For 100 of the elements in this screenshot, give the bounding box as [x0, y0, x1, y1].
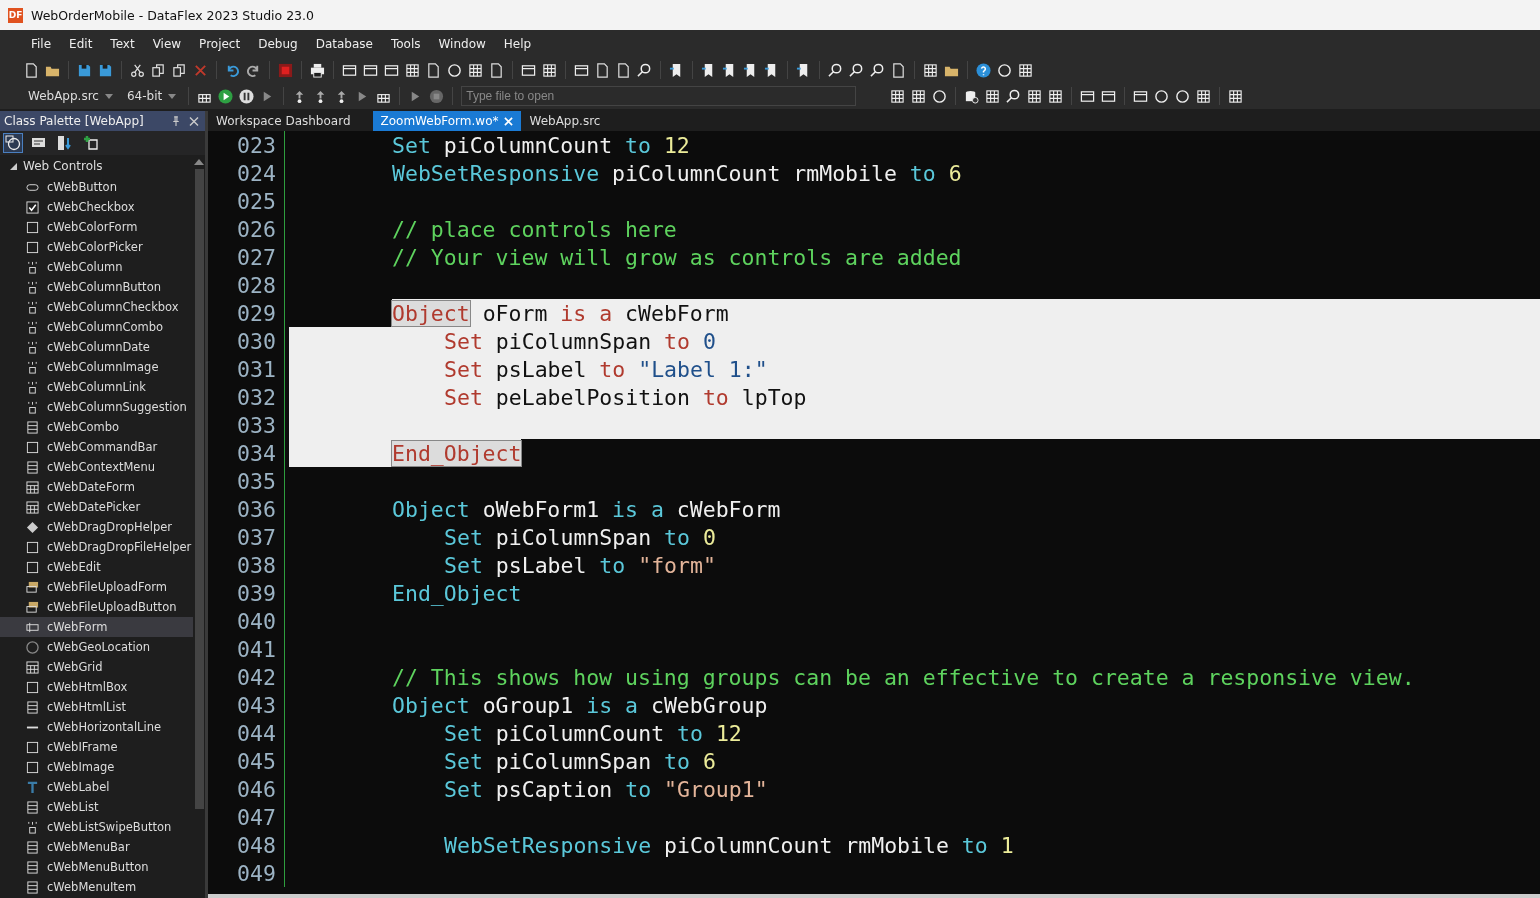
control-icon — [26, 300, 39, 314]
palette-item[interactable]: cWebEdit — [0, 557, 193, 577]
control-icon — [26, 220, 39, 234]
file-search-field[interactable]: Type file to open — [461, 86, 857, 106]
table-icon[interactable] — [1018, 62, 1033, 78]
palette-item[interactable]: cWebDragDropFileHelper — [0, 537, 193, 557]
palette-item[interactable]: cWebForm — [0, 617, 193, 637]
platform-combo[interactable]: 64-bit — [122, 89, 181, 103]
new-file-icon[interactable] — [24, 62, 39, 78]
window-icon[interactable] — [1101, 88, 1117, 104]
menu-item[interactable]: Text — [101, 36, 144, 51]
grid-icon[interactable] — [542, 62, 557, 78]
window-icon[interactable] — [363, 62, 378, 78]
palette-item[interactable]: cWebColumnDate — [0, 337, 193, 357]
palette-item[interactable]: cWebColumnSuggestion — [0, 397, 193, 417]
find-file-icon[interactable] — [637, 62, 652, 78]
close-icon[interactable] — [189, 115, 199, 127]
palette-item[interactable]: cWebCombo — [0, 417, 193, 437]
grid-icon[interactable] — [911, 88, 927, 104]
print-icon[interactable] — [310, 62, 325, 78]
palette-item[interactable]: cWebColumn — [0, 257, 193, 277]
code-line: Object oGroup1 is a cWebGroup — [392, 692, 768, 718]
code-editor[interactable] — [208, 131, 1540, 894]
palette-item[interactable]: cWebColumnCombo — [0, 317, 193, 337]
table-icon[interactable] — [985, 88, 1001, 104]
search-icon[interactable] — [828, 62, 843, 78]
sort-icon[interactable] — [56, 134, 74, 152]
menu-item[interactable]: Help — [494, 36, 541, 51]
document-icon[interactable] — [489, 62, 504, 78]
palette-item[interactable]: cWebDateForm — [0, 477, 193, 497]
menu-item[interactable]: Debug — [249, 36, 307, 51]
menu-item[interactable]: View — [143, 36, 191, 51]
palette-item[interactable]: cWebColorPicker — [0, 237, 193, 257]
pause-icon[interactable] — [239, 88, 255, 104]
control-icon — [26, 740, 39, 754]
palette-item[interactable]: cWebIFrame — [0, 737, 193, 757]
copy-icon[interactable] — [151, 62, 166, 78]
code-line: Object oWebForm1 is a cWebForm — [392, 496, 781, 522]
tree-group[interactable]: Web Controls — [0, 155, 193, 177]
menu-item[interactable]: File — [22, 36, 61, 51]
palette-item[interactable]: cWebList — [0, 797, 193, 817]
menu-item[interactable]: Database — [306, 36, 382, 51]
project-combo[interactable]: WebApp.src — [24, 89, 117, 103]
palette-item[interactable]: cWebFileUploadForm — [0, 577, 193, 597]
palette-item[interactable]: cWebColumnImage — [0, 357, 193, 377]
run-icon[interactable] — [218, 88, 234, 104]
palette-item[interactable]: cWebContextMenu — [0, 457, 193, 477]
palette-item[interactable]: cWebGeoLocation — [0, 637, 193, 657]
palette-item[interactable]: cWebFileUploadButton — [0, 597, 193, 617]
menu-item[interactable]: Window — [429, 36, 495, 51]
stop-icon[interactable] — [429, 88, 445, 104]
record-icon[interactable] — [278, 62, 293, 78]
palette-item[interactable]: cWebMenuBar — [0, 837, 193, 857]
palette-item[interactable]: cWebColumnButton — [0, 277, 193, 297]
add-class-icon[interactable] — [82, 134, 100, 152]
palette-item[interactable]: cWebButton — [0, 177, 193, 197]
expand-icon[interactable] — [10, 162, 17, 170]
editor-tab[interactable]: ZoomWebForm.wo* — [372, 111, 522, 131]
palette-item[interactable]: cWebHtmlBox — [0, 677, 193, 697]
window-icon[interactable] — [1080, 88, 1096, 104]
table-icon[interactable] — [890, 88, 906, 104]
table-icon[interactable] — [1196, 88, 1212, 104]
palette-item[interactable]: cWebHtmlList — [0, 697, 193, 717]
palette-item[interactable]: cWebMenuItem — [0, 877, 193, 897]
palette-item[interactable]: cWebColumnLink — [0, 377, 193, 397]
palette-item[interactable]: cWebLabel — [0, 777, 193, 797]
palette-item[interactable]: cWebCheckbox — [0, 197, 193, 217]
palette-item[interactable]: cWebDatePicker — [0, 497, 193, 517]
scroll-up-icon[interactable] — [194, 159, 204, 165]
palette-item[interactable]: cWebColorForm — [0, 217, 193, 237]
control-icon — [26, 620, 39, 634]
cut-icon[interactable] — [130, 62, 145, 78]
menu-item[interactable]: Tools — [381, 36, 430, 51]
palette-item[interactable]: cWebImage — [0, 757, 193, 777]
control-icon — [26, 580, 39, 594]
window-icon[interactable] — [342, 62, 357, 78]
palette-item[interactable]: cWebGrid — [0, 657, 193, 677]
palette-item[interactable]: cWebHorizontalLine — [0, 717, 193, 737]
paste-icon[interactable] — [172, 62, 187, 78]
palette-item[interactable]: cWebMenuButton — [0, 857, 193, 877]
palette-item[interactable]: cWebCommandBar — [0, 437, 193, 457]
editor-tab[interactable]: Workspace Dashboard — [208, 111, 359, 131]
control-icon — [26, 860, 39, 874]
save-icon[interactable] — [77, 62, 92, 78]
delete-icon[interactable] — [193, 62, 208, 78]
palette-item[interactable]: cWebDragDropHelper — [0, 517, 193, 537]
palette-item[interactable]: cWebColumnCheckbox — [0, 297, 193, 317]
window-icon[interactable] — [384, 62, 399, 78]
table-icon[interactable] — [1027, 88, 1043, 104]
menu-item[interactable]: Project — [190, 36, 250, 51]
menu-item[interactable]: Edit — [60, 36, 102, 51]
database-icon[interactable] — [964, 88, 980, 104]
editor-tab[interactable]: WebApp.src — [521, 111, 609, 131]
help-icon[interactable] — [976, 62, 991, 78]
save-all-icon[interactable] — [98, 62, 113, 78]
palette-item[interactable]: cWebListSwipeButton — [0, 817, 193, 837]
pin-icon[interactable] — [171, 115, 181, 127]
scroll-thumb[interactable] — [194, 169, 204, 809]
window-icon[interactable] — [574, 62, 589, 78]
line-number: 043 — [237, 692, 276, 718]
